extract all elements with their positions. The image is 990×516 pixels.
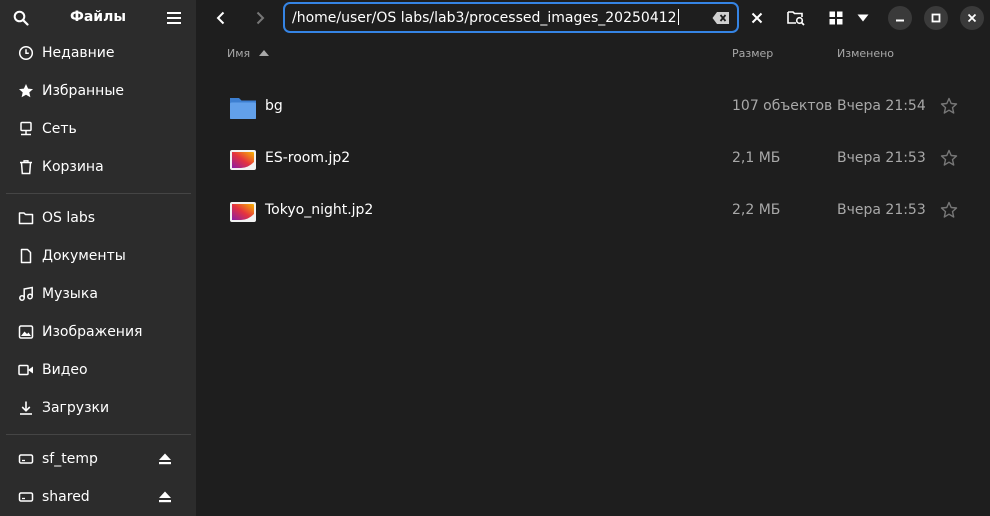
image-file-icon	[230, 150, 256, 170]
document-icon	[17, 247, 35, 265]
chevron-left-icon	[216, 11, 225, 25]
sidebar-item-label: shared	[42, 489, 90, 505]
sidebar-item-videos[interactable]: Видео	[6, 353, 190, 387]
file-row[interactable]: ES-room.jp2 2,1 МБ Вчера 21:53	[215, 136, 975, 184]
file-modified: Вчера 21:54	[837, 98, 926, 114]
download-icon	[17, 399, 35, 417]
sidebar-item-starred[interactable]: Избранные	[6, 74, 190, 108]
folder-icon	[230, 98, 256, 119]
image-file-icon	[230, 202, 256, 222]
drive-icon	[17, 450, 35, 468]
sidebar-item-label: Сеть	[42, 121, 77, 137]
eject-icon	[159, 491, 171, 503]
sidebar-item-recent[interactable]: Недавние	[6, 36, 190, 70]
sidebar-item-label: Недавние	[42, 45, 115, 61]
sidebar-separator	[6, 434, 191, 435]
close-window-button[interactable]	[960, 6, 984, 30]
view-grid-button[interactable]	[821, 4, 851, 32]
sidebar-header: Файлы	[0, 0, 196, 35]
file-name: ES-room.jp2	[265, 150, 351, 166]
sidebar-item-label: sf_temp	[42, 451, 98, 467]
star-icon	[17, 82, 35, 100]
forward-button[interactable]	[245, 4, 275, 32]
sidebar-item-label: Корзина	[42, 159, 104, 175]
file-modified: Вчера 21:53	[837, 202, 926, 218]
location-entry[interactable]: /home/user/OS labs/lab3/processed_images…	[283, 2, 739, 33]
eject-icon	[159, 453, 171, 465]
close-icon	[751, 12, 763, 24]
sidebar-item-os-labs[interactable]: OS labs	[6, 201, 190, 235]
sidebar-item-music[interactable]: Музыка	[6, 277, 190, 311]
video-icon	[17, 361, 35, 379]
close-icon	[967, 13, 977, 23]
sidebar-item-label: Документы	[42, 248, 126, 264]
sidebar: Файлы Недавние Избранные Сеть Корзина OS…	[0, 0, 196, 516]
grid-view-icon	[829, 11, 843, 25]
sidebar-item-pictures[interactable]: Изображения	[6, 315, 190, 349]
sidebar-item-sf-temp[interactable]: sf_temp	[6, 442, 190, 476]
file-size: 107 объектов	[732, 98, 833, 114]
sidebar-item-trash[interactable]: Корзина	[6, 150, 190, 184]
trash-icon	[17, 158, 35, 176]
sidebar-item-documents[interactable]: Документы	[6, 239, 190, 273]
sidebar-item-label: Изображения	[42, 324, 143, 340]
star-icon[interactable]	[940, 149, 958, 167]
minimize-icon	[896, 19, 904, 22]
music-icon	[17, 285, 35, 303]
maximize-icon	[931, 13, 941, 23]
file-row[interactable]: Tokyo_night.jp2 2,2 МБ Вчера 21:53	[215, 188, 975, 236]
location-path-text: /home/user/OS labs/lab3/processed_images…	[292, 9, 679, 26]
column-header-name[interactable]: Имя	[227, 47, 269, 60]
clear-text-icon[interactable]	[712, 11, 730, 25]
sidebar-item-label: Видео	[42, 362, 88, 378]
hamburger-menu-icon	[167, 12, 181, 24]
file-row[interactable]: bg 107 объектов Вчера 21:54	[215, 84, 975, 132]
chevron-down-icon	[857, 14, 869, 22]
column-header-size[interactable]: Размер	[732, 47, 773, 60]
search-in-folder-button[interactable]	[781, 4, 811, 32]
sidebar-item-downloads[interactable]: Загрузки	[6, 391, 190, 425]
folder-icon	[17, 209, 35, 227]
file-name: bg	[265, 98, 283, 114]
file-size: 2,2 МБ	[732, 202, 781, 218]
drive-icon	[17, 488, 35, 506]
file-modified: Вчера 21:53	[837, 150, 926, 166]
minimize-button[interactable]	[888, 6, 912, 30]
chevron-right-icon	[256, 11, 265, 25]
image-icon	[17, 323, 35, 341]
sidebar-item-label: Загрузки	[42, 400, 110, 416]
close-location-button[interactable]	[742, 4, 772, 32]
file-size: 2,1 МБ	[732, 150, 781, 166]
text-caret	[677, 9, 679, 25]
maximize-button[interactable]	[924, 6, 948, 30]
eject-button[interactable]	[157, 489, 173, 505]
main-menu-button[interactable]	[162, 6, 186, 30]
sidebar-item-label: Избранные	[42, 83, 124, 99]
eject-button[interactable]	[157, 451, 173, 467]
column-header-modified[interactable]: Изменено	[837, 47, 894, 60]
sidebar-separator	[6, 193, 191, 194]
star-icon[interactable]	[940, 97, 958, 115]
recent-icon	[17, 44, 35, 62]
star-icon[interactable]	[940, 201, 958, 219]
sidebar-item-label: Музыка	[42, 286, 98, 302]
sidebar-item-label: OS labs	[42, 210, 96, 226]
back-button[interactable]	[206, 4, 236, 32]
folder-search-icon	[787, 11, 805, 26]
network-icon	[17, 120, 35, 138]
sort-ascending-icon	[258, 50, 269, 56]
file-name: Tokyo_night.jp2	[265, 202, 374, 218]
view-options-button[interactable]	[849, 4, 877, 32]
sidebar-item-network[interactable]: Сеть	[6, 112, 190, 146]
sidebar-item-shared[interactable]: shared	[6, 480, 190, 514]
